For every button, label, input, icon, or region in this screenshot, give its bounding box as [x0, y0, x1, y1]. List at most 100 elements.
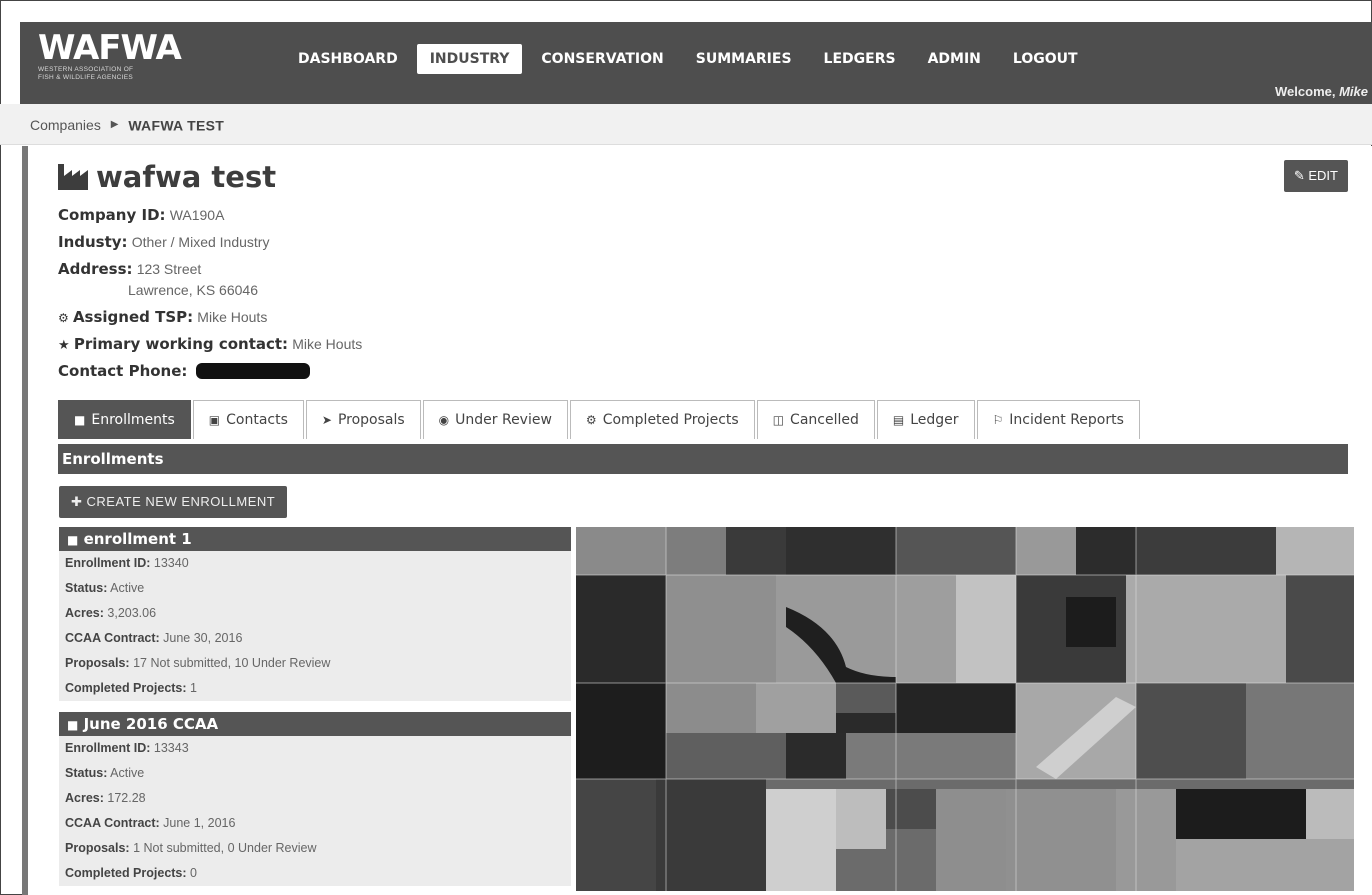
welcome-user[interactable]: Mike	[1339, 84, 1368, 99]
field-label: Proposals:	[65, 841, 130, 855]
graduation-cap-icon: ■	[74, 413, 86, 427]
industry-row: Industy: Other / Mixed Industry	[58, 233, 269, 251]
contact-label: Primary working contact:	[73, 335, 289, 353]
enrollment-name: June 2016 CCAA	[83, 715, 219, 733]
field-label: Status:	[65, 766, 108, 780]
enrollment-id-row: Enrollment ID: 13340	[59, 551, 571, 576]
logo-subtitle-2: FISH & WILDLIFE AGENCIES	[38, 74, 133, 81]
enrollment-status-row: Status: Active	[59, 576, 571, 601]
enrollment-proposals-row: Proposals: 17 Not submitted, 10 Under Re…	[59, 651, 571, 676]
satellite-map[interactable]	[576, 527, 1354, 891]
tsp-label: Assigned TSP:	[72, 308, 194, 326]
enrollment-completed-row: Completed Projects: 0	[59, 861, 571, 886]
industry-value: Other / Mixed Industry	[131, 234, 270, 250]
field-label: Acres:	[65, 791, 104, 805]
breadcrumb-companies[interactable]: Companies	[30, 117, 101, 133]
phone-label: Contact Phone:	[58, 362, 188, 380]
enrollment-completed: 1	[190, 681, 197, 695]
field-label: Status:	[65, 581, 108, 595]
create-enrollment-label: CREATE NEW ENROLLMENT	[86, 494, 276, 509]
nav-conservation[interactable]: CONSERVATION	[528, 44, 676, 74]
tab-ledger[interactable]: ▤ Ledger	[876, 400, 975, 439]
satellite-imagery	[576, 527, 1354, 891]
address-row-2: Lawrence, KS 66046	[128, 282, 258, 299]
tab-under-review[interactable]: ◉ Under Review	[422, 400, 568, 439]
address-label: Address:	[58, 260, 133, 278]
field-label: Completed Projects:	[65, 681, 187, 695]
field-label: Proposals:	[65, 656, 130, 670]
trash-icon: ◫	[772, 413, 785, 427]
company-id-value: WA190A	[169, 207, 225, 223]
eye-icon: ◉	[438, 413, 450, 427]
report-icon: ⚐	[992, 413, 1004, 427]
redacted-phone	[195, 363, 310, 379]
edit-label: EDIT	[1308, 168, 1338, 183]
send-icon: ➤	[321, 413, 332, 427]
section-title: Enrollments	[58, 444, 1348, 474]
page-title: wafwa test	[58, 160, 276, 194]
company-id-label: Company ID:	[58, 206, 166, 224]
nav-dashboard[interactable]: DASHBOARD	[285, 44, 411, 74]
tab-label: Contacts	[226, 412, 288, 428]
main-nav: DASHBOARD INDUSTRY CONSERVATION SUMMARIE…	[285, 44, 1097, 74]
graduation-cap-icon: ■	[67, 718, 79, 732]
nav-summaries[interactable]: SUMMARIES	[683, 44, 805, 74]
contacts-icon: ▣	[208, 413, 221, 427]
breadcrumb: Companies ▶ WAFWA TEST	[0, 104, 1372, 145]
enrollment-contract: June 1, 2016	[163, 816, 236, 830]
contact-row: ★ Primary working contact: Mike Houts	[58, 335, 362, 353]
tab-enrollments[interactable]: ■ Enrollments	[58, 400, 191, 439]
top-navbar: WAFWA WESTERN ASSOCIATION OF FISH & WILD…	[20, 22, 1372, 104]
field-label: Completed Projects:	[65, 866, 187, 880]
tsp-value: Mike Houts	[197, 309, 268, 325]
edit-icon: ✎	[1293, 168, 1305, 183]
enrollment-title[interactable]: ■ enrollment 1	[59, 527, 571, 551]
breadcrumb-separator-icon: ▶	[110, 119, 119, 131]
enrollment-acres: 172.28	[107, 791, 146, 805]
industry-label: Industy:	[58, 233, 128, 251]
address-row: Address: 123 Street	[58, 260, 201, 278]
edit-button[interactable]: ✎ EDIT	[1283, 160, 1348, 192]
tab-label: Enrollments	[91, 412, 175, 428]
create-enrollment-button[interactable]: ✚ CREATE NEW ENROLLMENT	[59, 486, 288, 518]
contact-value: Mike Houts	[292, 336, 363, 352]
enrollment-name: enrollment 1	[83, 530, 192, 548]
tab-label: Ledger	[910, 412, 959, 428]
address-line2: Lawrence, KS 66046	[128, 282, 258, 298]
tab-label: Cancelled	[790, 412, 859, 428]
nav-industry[interactable]: INDUSTRY	[416, 44, 523, 74]
field-label: CCAA Contract:	[65, 816, 160, 830]
tab-incident-reports[interactable]: ⚐ Incident Reports	[976, 400, 1140, 439]
enrollment-contract: June 30, 2016	[163, 631, 243, 645]
industry-factory-icon	[58, 164, 88, 190]
enrollment-proposals: 17 Not submitted, 10 Under Review	[133, 656, 331, 670]
welcome-label: Welcome,	[1275, 84, 1336, 99]
plus-icon: ✚	[71, 494, 83, 509]
tab-proposals[interactable]: ➤ Proposals	[305, 400, 421, 439]
tab-contacts[interactable]: ▣ Contacts	[192, 400, 304, 439]
enrollment-contract-row: CCAA Contract: June 30, 2016	[59, 626, 571, 651]
enrollment-card: ■ enrollment 1 Enrollment ID: 13340 Stat…	[59, 527, 571, 701]
phone-row: Contact Phone:	[58, 362, 310, 380]
nav-ledgers[interactable]: LEDGERS	[811, 44, 909, 74]
nav-logout[interactable]: LOGOUT	[1000, 44, 1091, 74]
tab-label: Under Review	[455, 412, 552, 428]
enrollment-status: Active	[110, 766, 145, 780]
company-id-row: Company ID: WA190A	[58, 206, 224, 224]
enrollment-status: Active	[110, 581, 145, 595]
enrollment-proposals-row: Proposals: 1 Not submitted, 0 Under Revi…	[59, 836, 571, 861]
tsp-row: ⚙ Assigned TSP: Mike Houts	[58, 308, 267, 326]
nav-admin[interactable]: ADMIN	[915, 44, 994, 74]
star-icon: ★	[58, 337, 70, 352]
field-label: CCAA Contract:	[65, 631, 160, 645]
wafwa-logo[interactable]: WAFWA WESTERN ASSOCIATION OF FISH & WILD…	[38, 30, 198, 82]
field-label: Enrollment ID:	[65, 556, 151, 570]
field-label: Enrollment ID:	[65, 741, 151, 755]
enrollment-title[interactable]: ■ June 2016 CCAA	[59, 712, 571, 736]
tab-completed-projects[interactable]: ⚙ Completed Projects	[569, 400, 755, 439]
welcome-message: Welcome, Mike	[1275, 84, 1368, 99]
tab-label: Proposals	[337, 412, 405, 428]
graduation-cap-icon: ■	[67, 533, 79, 547]
tab-cancelled[interactable]: ◫ Cancelled	[756, 400, 875, 439]
enrollment-id: 13343	[153, 741, 189, 755]
